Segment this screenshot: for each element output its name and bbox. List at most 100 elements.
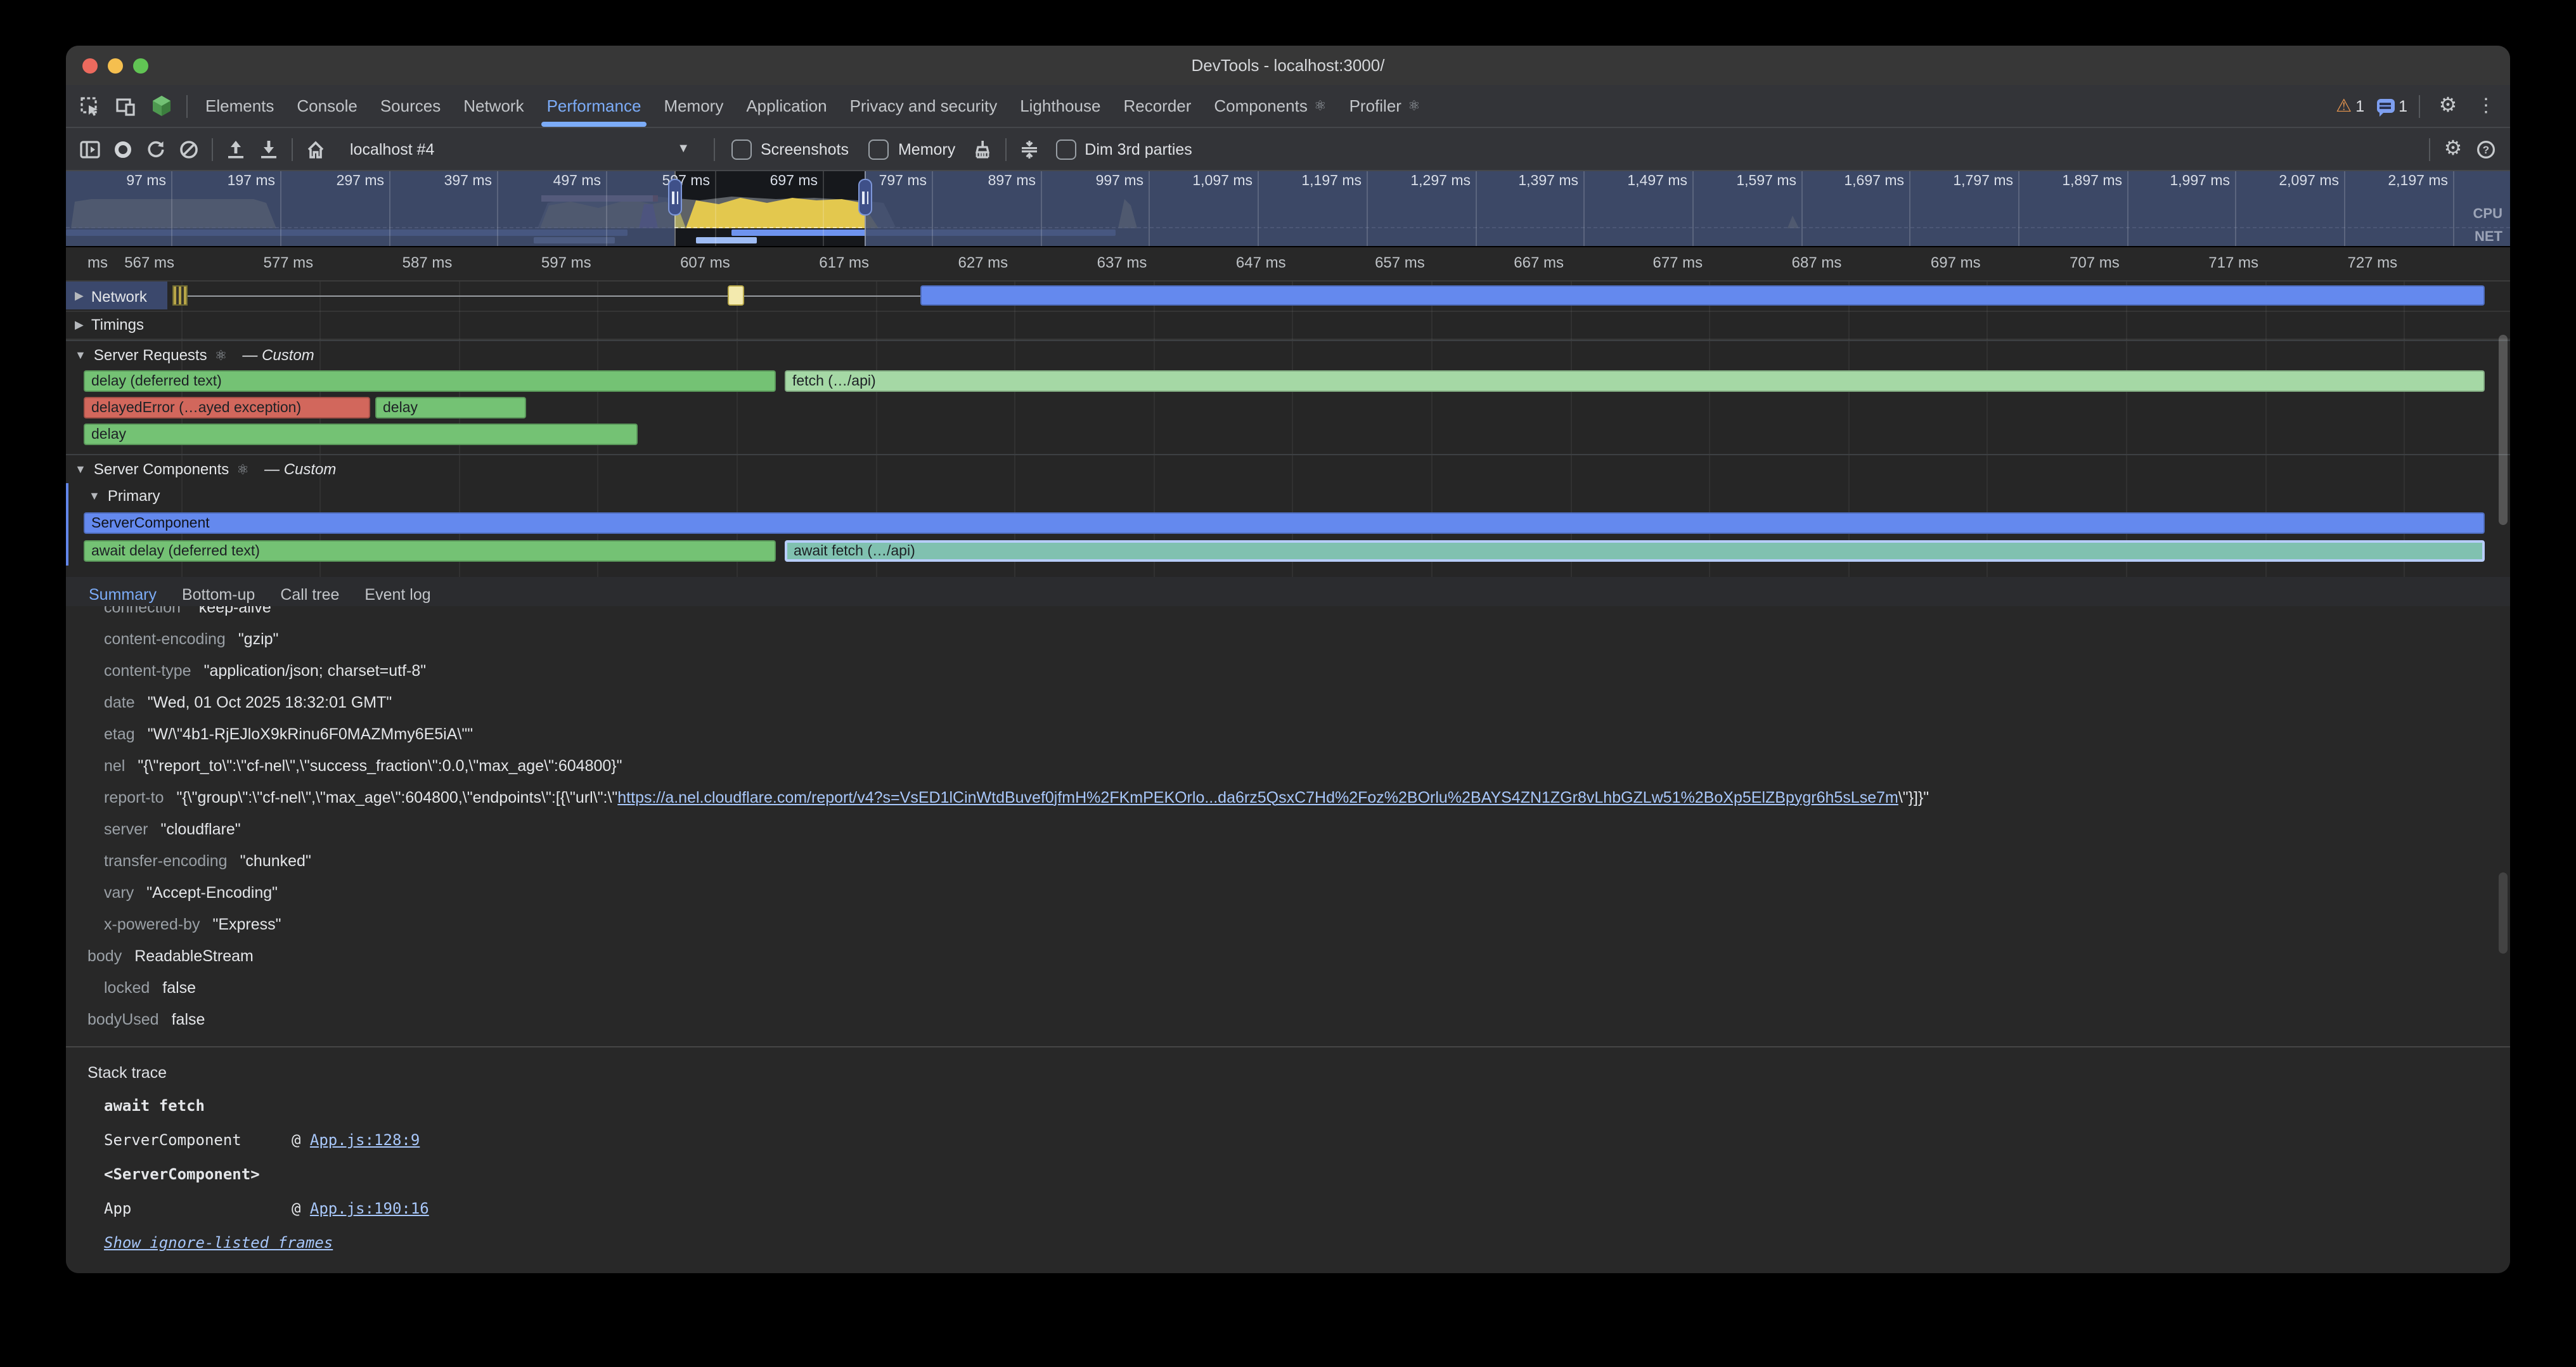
property-value: "Accept-Encoding" xyxy=(146,883,278,901)
track-title: Timings xyxy=(91,316,144,334)
custom-track-suffix: — Custom xyxy=(242,346,314,364)
capture-settings-button[interactable]: ⚙ xyxy=(2437,133,2470,165)
record-button[interactable] xyxy=(106,133,139,165)
tab-lighthouse[interactable]: Lighthouse xyxy=(1008,85,1112,127)
collect-garbage-button[interactable] xyxy=(965,133,998,165)
close-button[interactable] xyxy=(82,58,98,74)
overview-grid-line xyxy=(2018,171,2019,246)
tab-label: Memory xyxy=(664,96,723,115)
tab-label: Recorder xyxy=(1123,96,1191,115)
flame-bar-delay[interactable]: delay xyxy=(84,424,638,445)
ruler-tick-label: 567 ms xyxy=(124,254,181,271)
dim-3rd-parties-toggle[interactable]: Dim 3rd parties xyxy=(1055,139,1192,159)
dim-3rd-parties-checkbox[interactable] xyxy=(1055,139,1076,159)
flame-bar-delayederror-ayed-exception[interactable]: delayedError (…ayed exception) xyxy=(84,397,370,418)
overview-grid-line xyxy=(823,171,824,246)
tab-network[interactable]: Network xyxy=(452,85,535,127)
tab-performance[interactable]: Performance xyxy=(536,85,653,127)
track-server-requests-label[interactable]: ▼Server Requests⚛— Custom xyxy=(66,341,2510,369)
ruler-tick-label: 647 ms xyxy=(1236,254,1292,271)
property-value: "Express" xyxy=(212,915,281,933)
tab-label: Profiler xyxy=(1349,96,1401,115)
flame-bar-fetch-api[interactable]: fetch (…/api) xyxy=(785,370,2485,392)
primary-group-label[interactable]: ▼Primary xyxy=(66,483,2510,509)
chevron-down-icon: ▼ xyxy=(677,142,690,156)
overview-grid-line xyxy=(1258,171,1259,246)
memory-label: Memory xyxy=(898,140,955,158)
summary-scrollbar-thumb[interactable] xyxy=(2499,872,2508,954)
track-server-components-label[interactable]: ▼Server Components⚛— Custom xyxy=(66,455,2510,483)
zoom-button[interactable] xyxy=(133,58,148,74)
track-server-components[interactable]: ▼Server Components⚛— Custom xyxy=(66,454,2510,483)
flame-bar-servercomponent[interactable]: ServerComponent xyxy=(84,512,2485,534)
overview-grid-line xyxy=(1367,171,1368,246)
frame-function-name: App xyxy=(104,1200,292,1217)
tab-label: Sources xyxy=(380,96,441,115)
warnings-badge[interactable]: ⚠ 1 xyxy=(2336,95,2364,117)
tab-privacy-and-security[interactable]: Privacy and security xyxy=(839,85,1009,127)
tab-elements[interactable]: Elements xyxy=(194,85,285,127)
timeline-overview[interactable]: 97 ms197 ms297 ms397 ms497 ms597 ms697 m… xyxy=(66,171,2510,247)
inspect-element-button[interactable] xyxy=(74,89,106,122)
show-ignore-listed-frames-link[interactable]: Show ignore-listed frames xyxy=(104,1234,2510,1252)
flame-bar-delay[interactable]: delay xyxy=(375,397,526,418)
gear-icon: ⚙ xyxy=(2444,139,2463,159)
save-profile-button[interactable] xyxy=(252,133,285,165)
property-value: "cloudflare" xyxy=(160,820,240,838)
tab-profiler[interactable]: Profiler⚛ xyxy=(1338,85,1432,127)
show-ignore-listed-frames-link-text[interactable]: Show ignore-listed frames xyxy=(104,1234,333,1252)
network-track-label[interactable]: ▶Network xyxy=(66,282,2510,311)
help-button[interactable]: ? xyxy=(2470,133,2502,165)
tab-memory[interactable]: Memory xyxy=(652,85,735,127)
track-network[interactable]: ▶Network xyxy=(66,282,2510,312)
overview-tick-label: 697 ms xyxy=(770,174,823,189)
property-name: server xyxy=(104,820,148,838)
navigate-home-button[interactable] xyxy=(299,133,332,165)
ruler-tick-label: 607 ms xyxy=(680,254,737,271)
report-to-url-link[interactable]: https://a.nel.cloudflare.com/report/v4?s… xyxy=(617,788,1898,806)
track-title: Server Requests xyxy=(94,346,207,364)
settings-button[interactable]: ⚙ xyxy=(2431,89,2464,122)
react-devtools-extension-button[interactable] xyxy=(145,89,177,122)
track-timings[interactable]: ▶Timings xyxy=(66,311,2510,340)
timings-track-label[interactable]: ▶Timings xyxy=(66,311,2510,339)
timeline-ruler[interactable]: ms567 ms577 ms587 ms597 ms607 ms617 ms62… xyxy=(66,247,2510,282)
tab-sources[interactable]: Sources xyxy=(369,85,452,127)
collapse-tracks-button[interactable] xyxy=(1012,133,1045,165)
inspect-icon xyxy=(80,96,100,116)
tab-components[interactable]: Components⚛ xyxy=(1202,85,1337,127)
toggle-sidebar-button[interactable] xyxy=(74,133,106,165)
screenshots-toggle[interactable]: Screenshots xyxy=(731,139,849,159)
load-profile-button[interactable] xyxy=(219,133,252,165)
track-primary-group[interactable]: ▼Primary xyxy=(66,483,2510,509)
history-select[interactable]: localhost #4 ▼ xyxy=(337,134,702,164)
frame-source-link[interactable]: App.js:190:16 xyxy=(310,1200,429,1217)
issues-badge[interactable]: 1 xyxy=(2377,97,2407,115)
tab-recorder[interactable]: Recorder xyxy=(1112,85,1202,127)
memory-toggle[interactable]: Memory xyxy=(869,139,955,159)
record-and-reload-button[interactable] xyxy=(139,133,172,165)
record-icon xyxy=(113,139,133,159)
tab-console[interactable]: Console xyxy=(285,85,368,127)
selection-handle-right[interactable] xyxy=(858,179,872,216)
tracks-scrollbar-thumb[interactable] xyxy=(2499,335,2508,525)
more-options-button[interactable]: ⋮ xyxy=(2470,89,2502,122)
track-title: Server Components xyxy=(94,460,229,478)
frame-source-link[interactable]: App.js:128:9 xyxy=(310,1131,420,1149)
screenshots-checkbox[interactable] xyxy=(731,139,752,159)
help-icon: ? xyxy=(2476,139,2496,159)
property-name: vary xyxy=(104,883,134,901)
property-row-bodyused: bodyUsedfalse xyxy=(66,1003,2510,1035)
flame-bar-await-delay-deferred-text[interactable]: await delay (deferred text) xyxy=(84,540,776,562)
minimize-button[interactable] xyxy=(108,58,123,74)
track-server-requests[interactable]: ▼Server Requests⚛— Custom xyxy=(66,340,2510,369)
flame-bar-delay-deferred-text[interactable]: delay (deferred text) xyxy=(84,370,776,392)
device-toolbar-button[interactable] xyxy=(109,89,142,122)
ruler-tick-label: 637 ms xyxy=(1097,254,1154,271)
selection-handle-left[interactable] xyxy=(668,179,682,216)
flame-bar-await-fetch-api[interactable]: await fetch (…/api) xyxy=(785,540,2485,562)
overview-grid-line xyxy=(1909,171,1910,246)
memory-checkbox[interactable] xyxy=(869,139,889,159)
clear-button[interactable] xyxy=(172,133,205,165)
tab-application[interactable]: Application xyxy=(735,85,838,127)
